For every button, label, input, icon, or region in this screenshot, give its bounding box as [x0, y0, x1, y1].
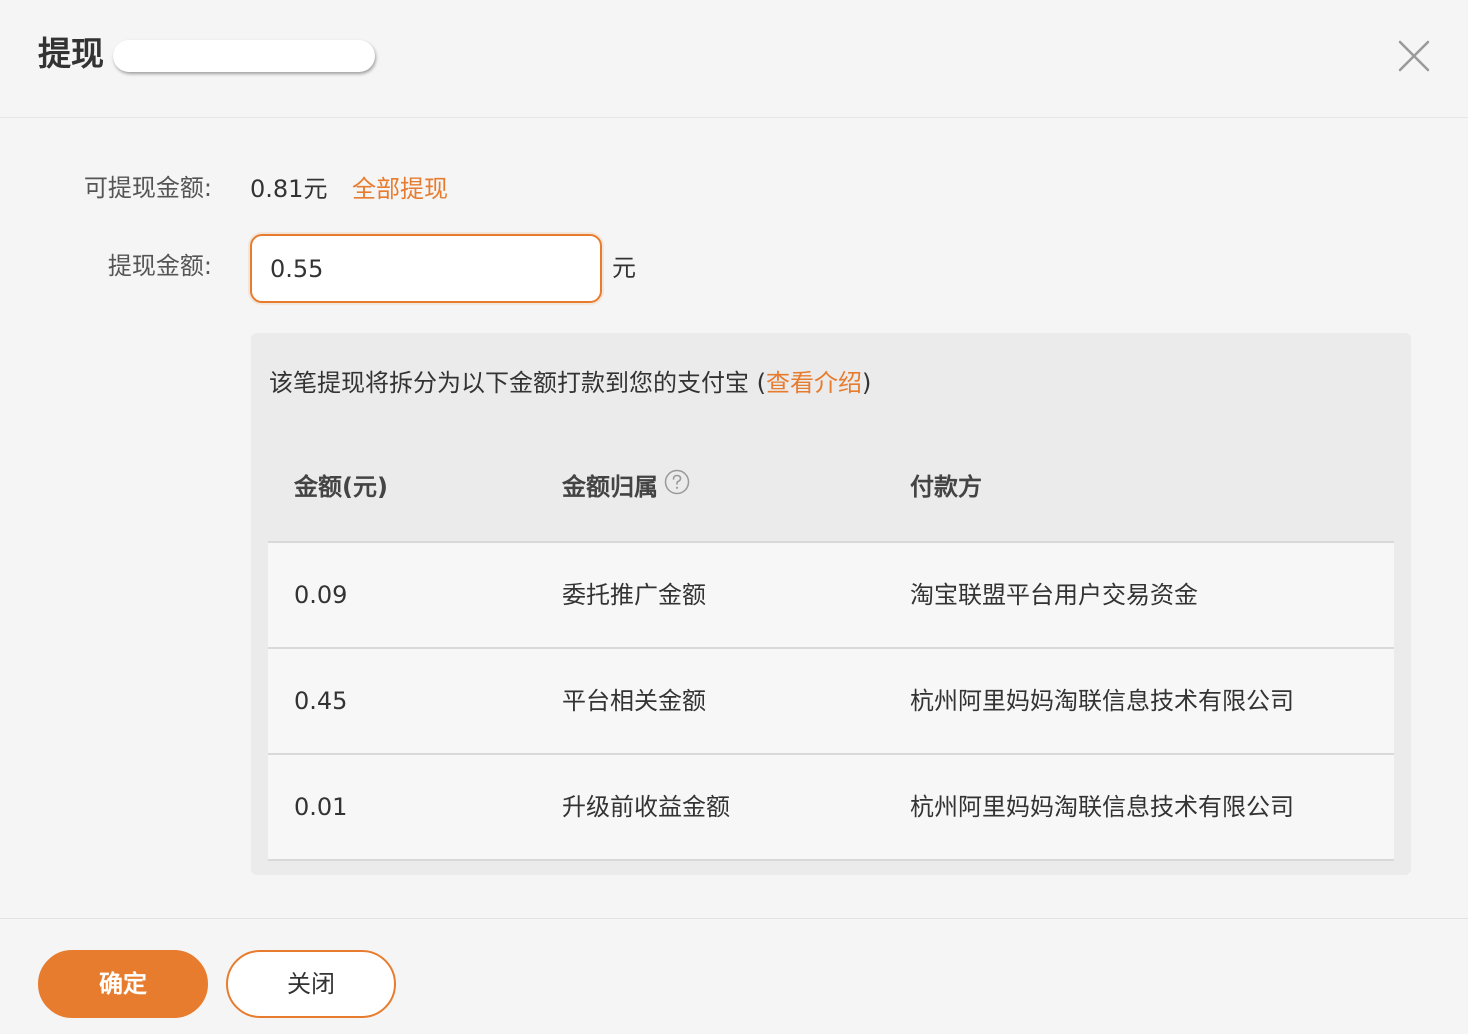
split-note: 该笔提现将拆分为以下金额打款到您的支付宝 (查看介绍)	[269, 367, 871, 399]
row-amount: 0.01	[294, 793, 348, 821]
available-amount-value: 0.81元	[250, 175, 328, 203]
row-category: 升级前收益金额	[562, 793, 730, 821]
redacted-account-name	[113, 40, 375, 72]
row-amount: 0.45	[294, 687, 348, 715]
withdraw-all-link[interactable]: 全部提现	[352, 173, 448, 205]
row-amount: 0.09	[294, 581, 348, 609]
available-amount-label: 可提现金额:	[83, 174, 212, 202]
column-amount: 金额(元)	[294, 473, 388, 501]
amount-unit: 元	[612, 254, 636, 282]
row-category: 委托推广金额	[562, 581, 706, 609]
split-table: 金额(元) 金额归属 付款方 0.09 委托推广金额 淘宝联盟平台用户交易资金 …	[268, 433, 1394, 861]
question-circle-icon[interactable]	[664, 469, 690, 503]
column-payer: 付款方	[910, 473, 982, 501]
split-note-suffix: )	[862, 369, 872, 397]
dialog-header: 提现	[0, 0, 1468, 118]
table-row: 0.45 平台相关金额 杭州阿里妈妈淘联信息技术有限公司	[268, 649, 1394, 755]
withdraw-amount-label: 提现金额:	[107, 252, 212, 280]
close-button[interactable]: 关闭	[226, 950, 396, 1018]
table-row: 0.09 委托推广金额 淘宝联盟平台用户交易资金	[268, 543, 1394, 649]
close-icon[interactable]	[1396, 38, 1432, 74]
table-row: 0.01 升级前收益金额 杭州阿里妈妈淘联信息技术有限公司	[268, 755, 1394, 861]
footer-divider	[0, 918, 1468, 919]
split-panel: 该笔提现将拆分为以下金额打款到您的支付宝 (查看介绍) 金额(元) 金额归属 付…	[251, 333, 1411, 875]
row-payer: 杭州阿里妈妈淘联信息技术有限公司	[910, 687, 1294, 715]
confirm-button[interactable]: 确定	[38, 950, 208, 1018]
column-category: 金额归属	[562, 469, 690, 503]
view-intro-link[interactable]: 查看介绍	[766, 369, 862, 397]
split-note-text: 该笔提现将拆分为以下金额打款到您的支付宝 (	[269, 369, 766, 397]
row-payer: 淘宝联盟平台用户交易资金	[910, 581, 1198, 609]
withdraw-amount-input[interactable]	[250, 234, 602, 303]
column-category-label: 金额归属	[562, 473, 658, 501]
dialog-title: 提现	[38, 34, 104, 73]
table-header: 金额(元) 金额归属 付款方	[268, 433, 1394, 543]
row-payer: 杭州阿里妈妈淘联信息技术有限公司	[910, 793, 1294, 821]
row-category: 平台相关金额	[562, 687, 706, 715]
